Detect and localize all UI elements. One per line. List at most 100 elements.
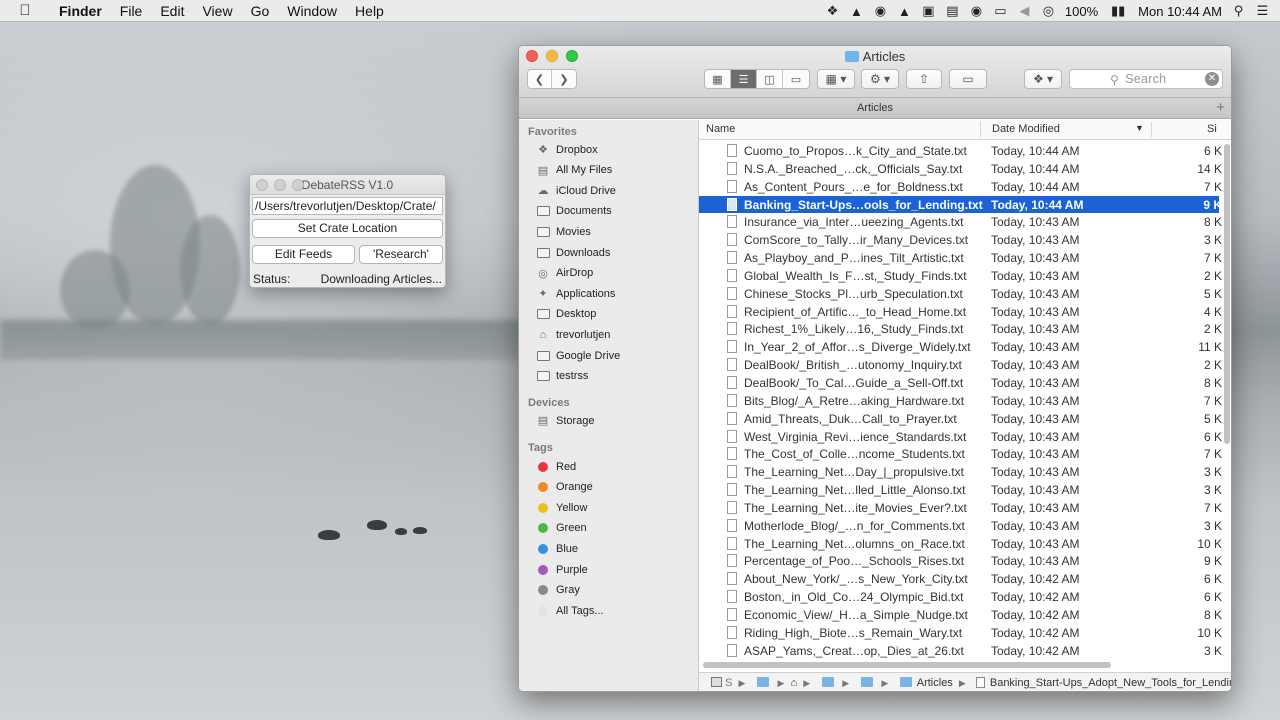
- file-row[interactable]: Insurance_via_Inter…ueezing_Agents.txt To…: [699, 213, 1222, 231]
- arrange-button[interactable]: ▦ ▾: [817, 69, 855, 89]
- sidebar-item-downloads[interactable]: Downloads: [536, 243, 610, 262]
- sidebar-item-icloud-drive[interactable]: ☁ iCloud Drive: [536, 181, 616, 200]
- icon-view-button[interactable]: ▦: [705, 70, 731, 88]
- edit-feeds-button[interactable]: Edit Feeds: [252, 245, 355, 264]
- path-crumb-drive[interactable]: S: [725, 677, 732, 689]
- file-row[interactable]: About_New_York/_…s_New_York_City.txt Toda…: [699, 570, 1222, 588]
- new-tab-plus-icon[interactable]: +: [1216, 98, 1225, 118]
- tab-articles[interactable]: Articles: [857, 102, 893, 114]
- sidebar-tag-green[interactable]: Green: [536, 519, 587, 538]
- set-crate-location-button[interactable]: Set Crate Location: [252, 219, 443, 238]
- menu-go[interactable]: Go: [242, 3, 279, 19]
- file-row[interactable]: Riding_High,_Biote…s_Remain_Wary.txt Toda…: [699, 624, 1222, 642]
- file-row[interactable]: Boston,_in_Old_Co…24_Olympic_Bid.txt Toda…: [699, 588, 1222, 606]
- back-button[interactable]: ❮: [528, 70, 552, 88]
- apple-menu-icon[interactable]: : [0, 2, 50, 19]
- sidebar-tag-all-tags-[interactable]: All Tags...: [536, 601, 604, 620]
- sidebar-tag-orange[interactable]: Orange: [536, 478, 593, 497]
- file-row[interactable]: Global_Wealth_Is_F…st,_Study_Finds.txt To…: [699, 267, 1222, 285]
- sidebar-item-storage[interactable]: ▤ Storage: [536, 411, 595, 430]
- list-view-button[interactable]: ☰: [731, 70, 757, 88]
- file-row[interactable]: The_Learning_Net…Day_|_propulsive.txt Tod…: [699, 463, 1222, 481]
- dropbox-status-icon[interactable]: ❖: [825, 3, 840, 18]
- debaterss-titlebar[interactable]: DebateRSS V1.0: [250, 175, 445, 195]
- sidebar-tag-gray[interactable]: Gray: [536, 581, 580, 600]
- file-row[interactable]: Economic_View/_H…a_Simple_Nudge.txt Today…: [699, 606, 1222, 624]
- menu-app-name[interactable]: Finder: [50, 3, 111, 19]
- file-row[interactable]: N.S.A._Breached_…ck,_Officials_Say.txt To…: [699, 160, 1222, 178]
- cover-flow-button[interactable]: ▭: [783, 70, 809, 88]
- sidebar-tag-blue[interactable]: Blue: [536, 539, 578, 558]
- menu-file[interactable]: File: [111, 3, 152, 19]
- file-row[interactable]: DealBook/_British_…utonomy_Inquiry.txt To…: [699, 356, 1222, 374]
- file-row[interactable]: Richest_1%_Likely…16,_Study_Finds.txt Tod…: [699, 320, 1222, 338]
- folder-icon[interactable]: [861, 677, 874, 687]
- file-row[interactable]: Amid_Threats,_Duk…Call_to_Prayer.txt Toda…: [699, 410, 1222, 428]
- search-field[interactable]: ⚲ Search ✕: [1069, 69, 1223, 89]
- wifi-icon[interactable]: ◎: [1041, 3, 1056, 18]
- file-row[interactable]: The_Learning_Net…olumns_on_Race.txt Today…: [699, 535, 1222, 553]
- research-button[interactable]: 'Research': [359, 245, 443, 264]
- forward-button[interactable]: ❯: [552, 70, 576, 88]
- file-row[interactable]: The_Learning_Net…lled_Little_Alonso.txt T…: [699, 481, 1222, 499]
- menu-help[interactable]: Help: [346, 3, 393, 19]
- column-date-header[interactable]: Date Modified: [992, 123, 1060, 135]
- sidebar-item-airdrop[interactable]: ◎ AirDrop: [536, 264, 593, 283]
- file-row[interactable]: DealBook/_To_Cal…Guide_a_Sell-Off.txt Tod…: [699, 374, 1222, 392]
- minimize-window-button[interactable]: [274, 179, 286, 191]
- file-row[interactable]: The_Cost_of_Colle…ncome_Students.txt Toda…: [699, 445, 1222, 463]
- file-row[interactable]: ComScore_to_Tally…ir_Many_Devices.txt Tod…: [699, 231, 1222, 249]
- column-view-button[interactable]: ◫: [757, 70, 783, 88]
- file-row[interactable]: Motherlode_Blog/_…n_for_Comments.txt Toda…: [699, 517, 1222, 535]
- vertical-scrollbar[interactable]: [1224, 144, 1230, 444]
- clear-search-icon[interactable]: ✕: [1205, 72, 1219, 86]
- sidebar-item-testrss[interactable]: testrss: [536, 367, 588, 386]
- sidebar-item-documents[interactable]: Documents: [536, 202, 612, 221]
- sidebar-tag-yellow[interactable]: Yellow: [536, 498, 587, 517]
- file-row[interactable]: West_Virginia_Revi…ience_Standards.txt To…: [699, 428, 1222, 446]
- folder-icon[interactable]: [757, 677, 770, 687]
- spotlight-search-icon[interactable]: ⚲: [1231, 3, 1246, 18]
- file-row[interactable]: Chinese_Stocks_Pl…urb_Speculation.txt Tod…: [699, 285, 1222, 303]
- sidebar-item-desktop[interactable]: Desktop: [536, 305, 596, 324]
- notification-bell-icon[interactable]: ▲: [897, 4, 912, 19]
- menu-view[interactable]: View: [193, 3, 241, 19]
- sidebar-item-movies[interactable]: Movies: [536, 222, 591, 241]
- folder-icon[interactable]: [822, 677, 835, 687]
- file-row[interactable]: As_Content_Pours_…e_for_Boldness.txt Toda…: [699, 178, 1222, 196]
- sidebar-tag-red[interactable]: Red: [536, 457, 576, 476]
- notification-center-icon[interactable]: ☰: [1255, 3, 1270, 18]
- edit-tags-button[interactable]: ▭: [949, 69, 987, 89]
- share-button[interactable]: ⇧: [906, 69, 942, 89]
- zoom-window-button[interactable]: [292, 179, 304, 191]
- column-divider[interactable]: [1151, 122, 1152, 137]
- folder-icon[interactable]: [900, 677, 913, 687]
- sidebar-item-dropbox[interactable]: ❖ Dropbox: [536, 140, 598, 159]
- path-crumb-file[interactable]: Banking_Start-Ups_Adopt_New_Tools_for_Le…: [990, 677, 1231, 689]
- file-row[interactable]: Banking_Start-Ups…ools_for_Lending.txt To…: [699, 195, 1222, 214]
- close-window-button[interactable]: [256, 179, 268, 191]
- file-row[interactable]: As_Playboy_and_P…ines_Tilt_Artistic.txt T…: [699, 249, 1222, 267]
- file-row[interactable]: The_Learning_Net…ite_Movies_Ever?.txt Tod…: [699, 499, 1222, 517]
- drive-icon[interactable]: [711, 677, 722, 687]
- file-row[interactable]: Percentage_of_Poo…_Schools_Rises.txt Toda…: [699, 552, 1222, 570]
- file-row[interactable]: ASAP_Yams,_Creat…op,_Dies_at_26.txt Today…: [699, 642, 1222, 660]
- volume-icon[interactable]: ◀: [1017, 3, 1032, 18]
- file-row[interactable]: In_Year_2_of_Affor…s_Diverge_Widely.txt T…: [699, 338, 1222, 356]
- sidebar-item-applications[interactable]: ✦ Applications: [536, 284, 615, 303]
- record-icon[interactable]: ◉: [969, 3, 984, 18]
- menu-edit[interactable]: Edit: [151, 3, 193, 19]
- sidebar-tag-purple[interactable]: Purple: [536, 560, 588, 579]
- sidebar-item-trevorlutjen[interactable]: ⌂ trevorlutjen: [536, 325, 611, 344]
- menubar-clock[interactable]: Mon 10:44 AM: [1138, 4, 1222, 19]
- file-row[interactable]: Recipient_of_Artific…_to_Head_Home.txt To…: [699, 303, 1222, 321]
- column-divider[interactable]: [980, 122, 981, 137]
- horizontal-scrollbar[interactable]: [703, 662, 1111, 668]
- sidebar-item-google-drive[interactable]: Google Drive: [536, 346, 620, 365]
- google-drive-status-icon[interactable]: ▲: [849, 4, 864, 19]
- battery-icon[interactable]: ▮▮: [1107, 3, 1129, 18]
- time-machine-icon[interactable]: ▤: [945, 3, 960, 18]
- path-crumb-folder[interactable]: Articles: [917, 677, 953, 689]
- file-row[interactable]: Bits_Blog/_A_Retre…aking_Hardware.txt Tod…: [699, 392, 1222, 410]
- crate-path-field[interactable]: /Users/trevorlutjen/Desktop/Crate/: [252, 197, 443, 215]
